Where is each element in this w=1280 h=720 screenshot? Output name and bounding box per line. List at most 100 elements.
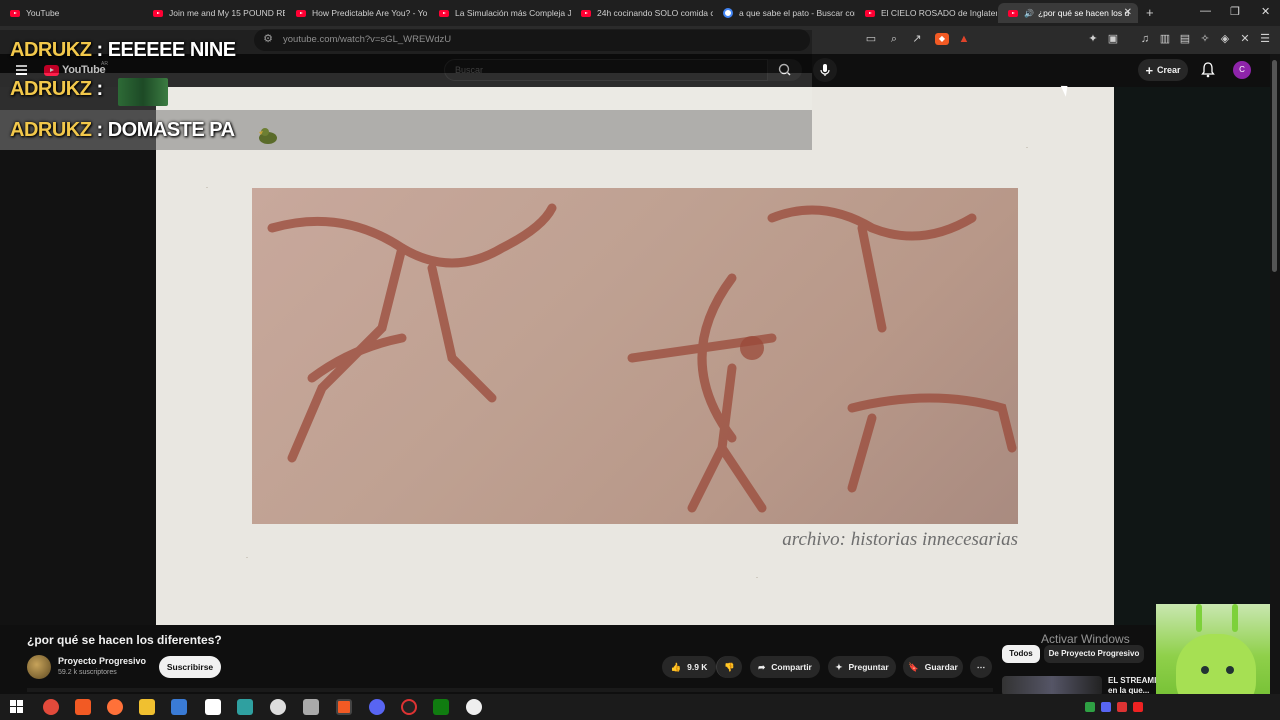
cave-painting-figures bbox=[267, 203, 1017, 513]
firefox-taskbar-icon[interactable] bbox=[107, 699, 123, 715]
youtube-icon bbox=[153, 9, 163, 17]
google-icon bbox=[723, 8, 733, 18]
zoom-icon[interactable]: ⌕ bbox=[888, 33, 900, 45]
xbox-taskbar-icon[interactable] bbox=[433, 699, 449, 715]
account-avatar[interactable]: C bbox=[1233, 61, 1251, 79]
antenna-left bbox=[1196, 604, 1202, 632]
music-icon[interactable]: ♫ bbox=[1139, 33, 1151, 45]
sidebar-icon[interactable]: ▥ bbox=[1159, 33, 1171, 45]
windows-start-icon[interactable] bbox=[10, 700, 24, 719]
voice-search-button[interactable] bbox=[813, 58, 837, 82]
paper-texture bbox=[756, 577, 758, 578]
browser-tab[interactable]: YouTube bbox=[0, 3, 142, 23]
app-icon-1[interactable] bbox=[43, 699, 59, 715]
description-box[interactable] bbox=[27, 688, 993, 692]
discord-taskbar-icon[interactable] bbox=[369, 699, 385, 715]
windows-activation-watermark: Activar Windows bbox=[1041, 632, 1130, 646]
app-icon-13[interactable] bbox=[466, 699, 482, 715]
channel-name[interactable]: Proyecto Progresivo bbox=[58, 656, 146, 666]
close-icon[interactable]: ✕ bbox=[1239, 33, 1251, 45]
browser-tab[interactable]: Join me and My 15 POUND RE bbox=[143, 3, 285, 23]
share-icon[interactable]: ↗ bbox=[911, 33, 923, 45]
browser-tab[interactable]: El CIELO ROSADO de Inglaterr bbox=[855, 3, 997, 23]
theater-background-left bbox=[0, 87, 156, 625]
cast-icon[interactable]: ▭ bbox=[865, 33, 877, 45]
browser-tab[interactable]: How Predictable Are You? - Yo bbox=[286, 3, 428, 23]
brave-rewards-icon[interactable]: ▲ bbox=[958, 33, 970, 45]
bookmark-icon: 🔖 bbox=[908, 661, 919, 672]
cave-painting-image bbox=[252, 188, 1018, 524]
theater-background-right bbox=[1114, 87, 1280, 625]
chat-text: : EEEEEE NINE bbox=[96, 39, 237, 61]
more-actions-button[interactable]: ⋯ bbox=[970, 656, 992, 678]
create-button[interactable]: + Crear bbox=[1138, 59, 1188, 81]
chat-emote-image bbox=[118, 78, 168, 106]
dislike-button[interactable]: 👎 bbox=[716, 656, 742, 678]
browser-tab[interactable]: 24h cocinando SOLO comida c bbox=[571, 3, 713, 23]
youtube-icon bbox=[296, 9, 306, 17]
restore-button[interactable]: ❐ bbox=[1230, 5, 1240, 18]
app-icon-6[interactable] bbox=[237, 699, 253, 715]
tray-xbox-icon[interactable] bbox=[1085, 702, 1095, 712]
tray-youtube-icon[interactable] bbox=[1117, 702, 1127, 712]
like-button[interactable]: 👍 9.9 K bbox=[662, 656, 716, 678]
eye-left bbox=[1201, 666, 1209, 674]
tray-record-icon[interactable] bbox=[1133, 702, 1143, 712]
close-window-button[interactable]: ✕ bbox=[1261, 5, 1270, 18]
ellipsis-icon: ⋯ bbox=[976, 661, 986, 672]
vpn-icon[interactable]: ◈ bbox=[1219, 33, 1231, 45]
notifications-bell-icon[interactable] bbox=[1201, 62, 1215, 83]
subscribe-button[interactable]: Suscribirse bbox=[159, 656, 221, 678]
extensions-icon[interactable]: ✦ bbox=[1087, 33, 1099, 45]
menu-icon[interactable]: ☰ bbox=[1259, 33, 1271, 45]
recommended-video-thumbnail[interactable] bbox=[1002, 676, 1102, 696]
speaker-icon: 🔊 bbox=[1024, 8, 1034, 18]
scrollbar-thumb[interactable] bbox=[1272, 60, 1277, 272]
tray-discord-icon[interactable] bbox=[1101, 702, 1111, 712]
browser-tab-active[interactable]: 🔊 ¿por qué se hacen los d ✕ bbox=[998, 3, 1138, 23]
chat-message: ADRUKZ : DOMASTE PA bbox=[10, 119, 235, 142]
chat-text: : DOMASTE PA bbox=[96, 119, 236, 141]
close-tab-icon[interactable]: ✕ bbox=[1124, 7, 1132, 18]
chat-username: ADRUKZ bbox=[10, 78, 92, 100]
ask-button[interactable]: ✦ Preguntar bbox=[828, 656, 896, 678]
share-arrow-icon: ➦ bbox=[758, 661, 766, 672]
chat-username: ADRUKZ bbox=[10, 119, 92, 141]
wallet-icon[interactable]: ▤ bbox=[1179, 33, 1191, 45]
filter-chip-channel[interactable]: De Proyecto Progresivo bbox=[1044, 645, 1144, 663]
youtube-icon bbox=[439, 9, 449, 17]
minimize-button[interactable]: — bbox=[1200, 5, 1211, 17]
browser-tab[interactable]: La Simulación más Compleja Je bbox=[429, 3, 571, 23]
save-button[interactable]: 🔖 Guardar bbox=[903, 656, 963, 678]
youtube-icon bbox=[865, 9, 875, 17]
microphone-icon bbox=[820, 64, 830, 76]
subscriber-count: 59.2 k suscriptores bbox=[58, 669, 117, 676]
new-tab-button[interactable]: + bbox=[1146, 5, 1154, 20]
video-player[interactable]: archivo: historias innecesarias bbox=[156, 87, 1114, 625]
channel-avatar[interactable] bbox=[27, 655, 51, 679]
brave-active-taskbar-icon[interactable] bbox=[336, 699, 352, 715]
chat-message: ADRUKZ : bbox=[10, 78, 103, 101]
thumbs-down-icon: 👎 bbox=[724, 661, 735, 672]
share-button[interactable]: ➦ Compartir bbox=[750, 656, 820, 678]
app-icon-8[interactable] bbox=[303, 699, 319, 715]
filter-chip-all[interactable]: Todos bbox=[1002, 645, 1040, 663]
obs-taskbar-icon[interactable] bbox=[401, 699, 417, 715]
app-icon-7[interactable] bbox=[270, 699, 286, 715]
screenshot-icon[interactable]: ▣ bbox=[1107, 33, 1119, 45]
sparkle-icon: ✦ bbox=[835, 661, 843, 672]
file-explorer-taskbar-icon[interactable] bbox=[139, 699, 155, 715]
notion-taskbar-icon[interactable] bbox=[205, 699, 221, 715]
leo-ai-icon[interactable]: ✧ bbox=[1199, 33, 1211, 45]
calculator-taskbar-icon[interactable] bbox=[171, 699, 187, 715]
video-title: ¿por qué se hacen los diferentes? bbox=[27, 633, 222, 647]
plus-icon: + bbox=[1145, 62, 1154, 78]
chat-text: : bbox=[96, 78, 104, 100]
browser-tab[interactable]: a que sabe el pato - Buscar cor bbox=[713, 3, 855, 23]
video-caption: archivo: historias innecesarias bbox=[782, 529, 1018, 550]
eye-right bbox=[1226, 666, 1234, 674]
brave-shield-icon[interactable]: ◆ bbox=[935, 33, 949, 45]
antenna-right bbox=[1232, 604, 1238, 632]
brave-taskbar-icon[interactable] bbox=[75, 699, 91, 715]
youtube-icon bbox=[581, 9, 591, 17]
